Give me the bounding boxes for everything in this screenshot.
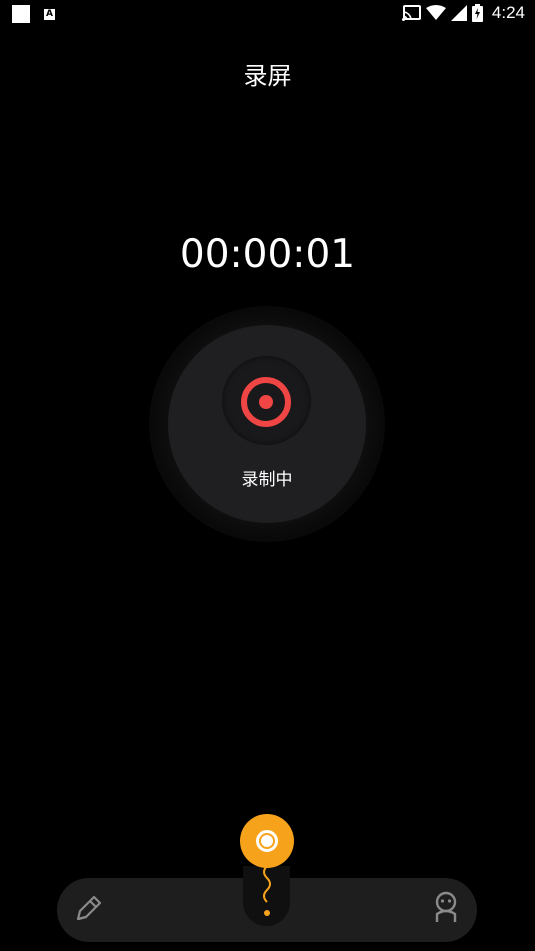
wifi-icon [425,5,446,20]
status-bar-right: 4:24 [401,3,525,23]
tether-icon [263,866,271,916]
floating-record-button[interactable] [240,814,294,868]
recording-timer: 00:00:01 [179,232,356,277]
font-a-icon: A [44,8,55,20]
notification-square-icon [12,5,30,23]
status-time: 4:24 [491,3,525,22]
page-title: 录屏 [243,62,292,90]
signal-icon [450,5,467,21]
battery-charging-icon [471,4,483,22]
robot-icon[interactable] [428,889,464,925]
record-icon [241,377,291,427]
floating-record-dot-icon [261,835,273,847]
status-bar: A 4:24 [0,0,535,28]
cast-icon [401,5,421,21]
recording-status-label: 录制中 [241,470,293,490]
status-bar-left: A [12,5,55,23]
floating-record-ring-icon [256,830,278,852]
pen-icon[interactable] [72,891,106,925]
